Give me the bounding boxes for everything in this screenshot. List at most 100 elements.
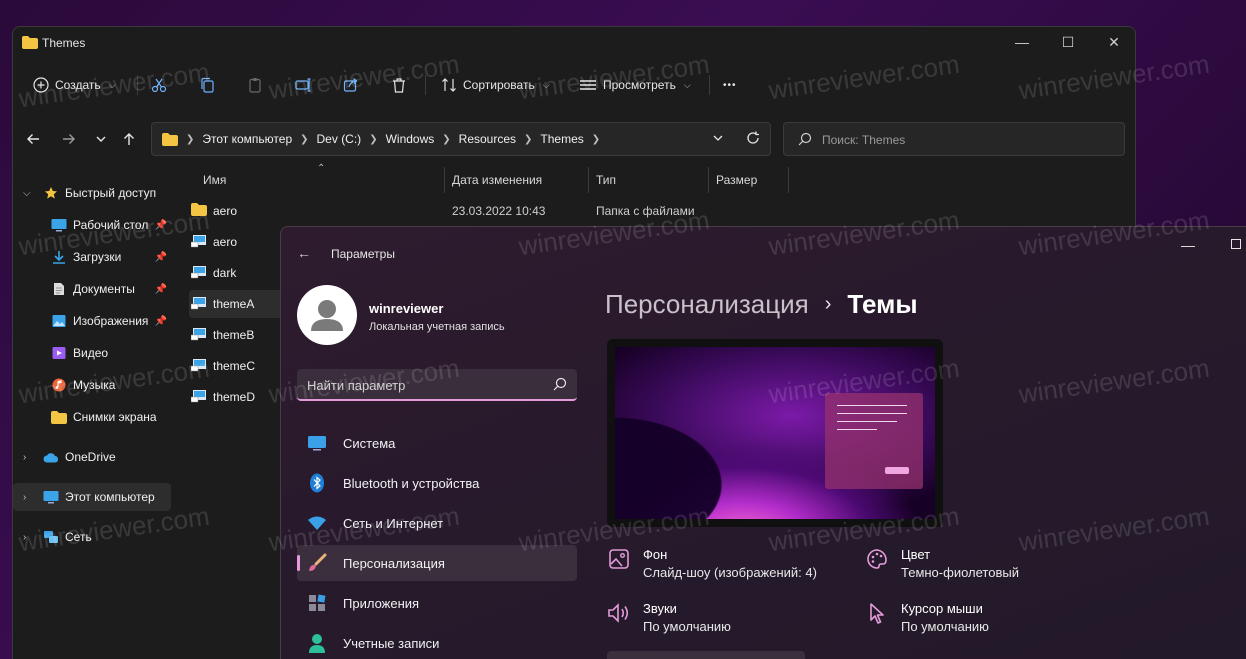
expand-chevron-icon[interactable]: › <box>23 532 26 543</box>
breadcrumb-windows[interactable]: Windows <box>386 132 435 146</box>
back-arrow-icon[interactable] <box>21 127 45 151</box>
view-label: Просмотреть <box>603 78 676 92</box>
create-button[interactable]: Создать ⌵ <box>33 71 115 99</box>
close-button[interactable]: ✕ <box>1091 27 1135 57</box>
nav-item-network[interactable]: Сеть и Интернет <box>297 505 577 541</box>
column-divider[interactable] <box>588 167 589 193</box>
sidebar-item-screenshots[interactable]: Снимки экрана <box>13 403 171 431</box>
color-setting[interactable]: Цвет Темно-фиолетовый <box>865 547 1019 580</box>
file-row[interactable]: aero 23.03.2022 10:43 Папка с файлами <box>189 197 809 225</box>
account-type: Локальная учетная запись <box>369 321 505 333</box>
cursor-arrow-icon <box>865 601 889 625</box>
breadcrumb-separator-icon: ❯ <box>369 133 378 145</box>
search-input[interactable] <box>822 131 1112 149</box>
breadcrumb-separator-icon: ❯ <box>186 133 195 145</box>
column-size[interactable]: Размер <box>716 173 757 187</box>
sidebar-item-music[interactable]: Музыка <box>13 371 171 399</box>
avatar[interactable] <box>297 285 357 345</box>
network-icon <box>43 529 59 545</box>
download-arrow-icon <box>51 249 67 265</box>
nav-item-system[interactable]: Система <box>297 425 577 461</box>
nav-item-apps[interactable]: Приложения <box>297 585 577 621</box>
breadcrumb-themes[interactable]: Themes <box>540 132 583 146</box>
recent-locations-chevron-icon[interactable] <box>89 127 113 151</box>
settings-search-box[interactable] <box>297 369 577 401</box>
paste-icon <box>249 78 261 93</box>
breadcrumb-drive[interactable]: Dev (C:) <box>317 132 362 146</box>
column-type[interactable]: Тип <box>596 173 616 187</box>
expand-chevron-icon[interactable]: › <box>23 452 26 463</box>
rename-button[interactable] <box>295 71 311 99</box>
file-type: Папка с файлами <box>596 204 695 218</box>
settings-window: ← Параметры — winreviewer Локальная учет… <box>280 226 1246 659</box>
sort-button[interactable]: Сортировать ⌵ <box>441 71 550 99</box>
address-history-chevron-icon[interactable] <box>712 132 724 147</box>
cursor-value: По умолчанию <box>901 619 989 634</box>
sidebar-label: Загрузки <box>73 250 122 264</box>
more-options-button[interactable]: ••• <box>723 71 737 99</box>
file-name: themeC <box>213 359 256 373</box>
toolbar-divider <box>709 75 710 95</box>
breadcrumb-this-pc[interactable]: Этот компьютер <box>202 132 292 146</box>
view-button[interactable]: Просмотреть ⌵ <box>579 71 691 99</box>
page-breadcrumb: Персонализация › Темы <box>605 289 918 320</box>
maximize-button[interactable] <box>1231 239 1241 249</box>
sidebar-item-desktop[interactable]: Рабочий стол 📌 <box>13 211 171 239</box>
refresh-icon[interactable] <box>746 131 760 148</box>
column-divider[interactable] <box>788 167 789 193</box>
expand-chevron-icon[interactable]: › <box>23 492 26 503</box>
sidebar-item-network[interactable]: › Сеть <box>13 523 171 551</box>
minimize-button[interactable]: — <box>999 27 1045 57</box>
user-icon <box>307 633 327 653</box>
paste-button[interactable] <box>247 71 263 99</box>
breadcrumb-separator-icon: ❯ <box>524 133 533 145</box>
sidebar-item-quick-access[interactable]: ⌵ Быстрый доступ <box>13 179 171 207</box>
up-arrow-icon[interactable] <box>117 127 141 151</box>
breadcrumb-separator-icon: › <box>824 293 832 315</box>
share-button[interactable] <box>343 71 359 99</box>
column-date[interactable]: Дата изменения <box>452 173 542 187</box>
sidebar-item-videos[interactable]: Видео <box>13 339 171 367</box>
delete-button[interactable] <box>391 71 407 99</box>
forward-arrow-icon[interactable] <box>57 127 81 151</box>
file-row-selected[interactable]: themeA <box>189 290 283 318</box>
sort-ascending-icon: ⌃ <box>317 163 326 174</box>
theme-file-icon <box>191 296 207 312</box>
sidebar-item-onedrive[interactable]: › OneDrive <box>13 443 171 471</box>
view-list-icon <box>580 80 596 90</box>
nav-item-accounts[interactable]: Учетные записи <box>297 625 577 659</box>
sidebar-label: Быстрый доступ <box>65 186 157 200</box>
background-setting[interactable]: Фон Слайд-шоу (изображений: 4) <box>607 547 817 580</box>
column-divider[interactable] <box>708 167 709 193</box>
search-box[interactable] <box>783 122 1125 156</box>
nav-item-bluetooth[interactable]: Bluetooth и устройства <box>297 465 577 501</box>
next-setting-card[interactable] <box>607 651 805 659</box>
maximize-button[interactable]: ☐ <box>1045 27 1091 57</box>
bluetooth-icon <box>307 473 327 493</box>
sidebar-item-documents[interactable]: Документы 📌 <box>13 275 171 303</box>
cut-button[interactable] <box>151 71 167 99</box>
minimize-button[interactable]: — <box>1181 237 1195 253</box>
pictures-icon <box>51 313 67 329</box>
column-name[interactable]: Имя <box>203 173 226 187</box>
expand-chevron-icon[interactable]: ⌵ <box>23 188 31 199</box>
sidebar-item-this-pc[interactable]: › Этот компьютер <box>13 483 171 511</box>
sidebar-item-pictures[interactable]: Изображения 📌 <box>13 307 171 335</box>
sounds-setting[interactable]: Звуки По умолчанию <box>607 601 731 634</box>
column-divider[interactable] <box>444 167 445 193</box>
sidebar-item-downloads[interactable]: Загрузки 📌 <box>13 243 171 271</box>
sidebar-label: Музыка <box>73 378 116 392</box>
address-bar[interactable]: ❯ Этот компьютер ❯ Dev (C:) ❯ Windows ❯ … <box>151 122 771 156</box>
nav-item-personalization[interactable]: Персонализация <box>297 545 577 581</box>
copy-button[interactable] <box>199 71 215 99</box>
apps-icon <box>307 593 327 613</box>
pin-icon: 📌 <box>154 283 167 295</box>
cursor-setting[interactable]: Курсор мыши По умолчанию <box>865 601 989 634</box>
breadcrumb-resources[interactable]: Resources <box>459 132 516 146</box>
settings-search-input[interactable] <box>307 376 543 394</box>
create-label: Создать <box>55 78 101 92</box>
breadcrumb-parent[interactable]: Персонализация <box>605 289 809 320</box>
back-arrow-icon[interactable]: ← <box>297 245 311 261</box>
column-header: ⌃ Имя Дата изменения Тип Размер <box>189 163 809 193</box>
nav-label: Система <box>343 435 396 451</box>
